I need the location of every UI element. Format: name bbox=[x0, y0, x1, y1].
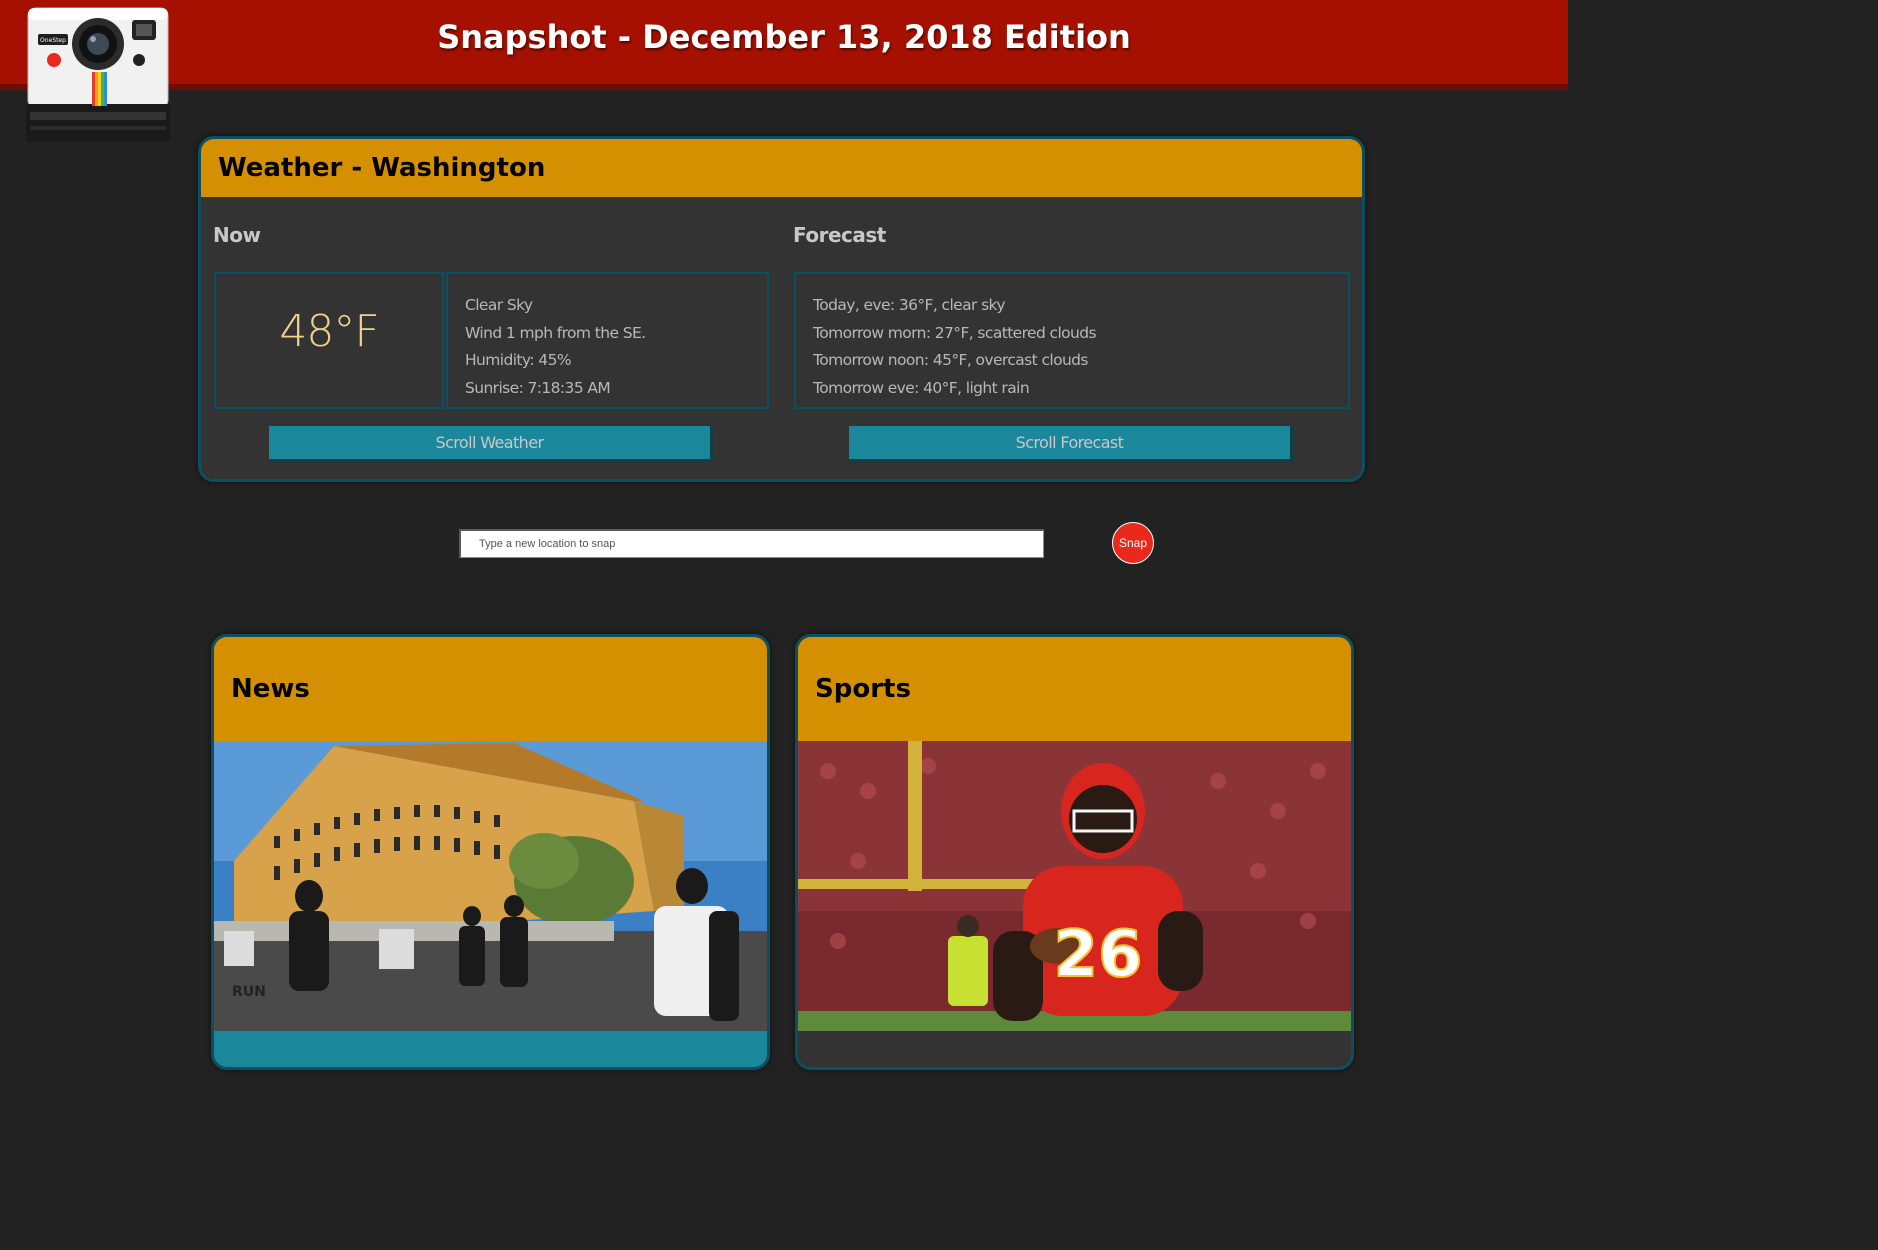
camera-logo-icon[interactable]: OneStep bbox=[26, 0, 170, 144]
forecast-label: Forecast bbox=[793, 223, 886, 247]
news-photo-sign: RUN bbox=[232, 984, 266, 1000]
page-title: Snapshot - December 13, 2018 Edition bbox=[437, 18, 1131, 56]
now-label: Now bbox=[213, 223, 261, 247]
logo-brand-text: OneStep bbox=[40, 37, 66, 44]
sunrise-text: Sunrise: 7:18:35 AM bbox=[465, 379, 611, 397]
snap-button[interactable]: Snap bbox=[1112, 522, 1154, 564]
current-details-box: Clear Sky Wind 1 mph from the SE. Humidi… bbox=[446, 272, 769, 409]
forecast-item: Tomorrow morn: 27°F, scattered clouds bbox=[813, 324, 1097, 342]
location-search-input[interactable] bbox=[459, 529, 1044, 558]
news-footer-bar bbox=[214, 1031, 767, 1067]
weather-card-title: Weather - Washington bbox=[201, 139, 1362, 197]
forecast-box: Today, eve: 36°F, clear sky Tomorrow mor… bbox=[794, 272, 1350, 409]
wind-text: Wind 1 mph from the SE. bbox=[465, 324, 646, 342]
scroll-forecast-button[interactable]: Scroll Forecast bbox=[849, 426, 1293, 462]
current-temperature: 48°F bbox=[279, 306, 379, 357]
news-card: News RUN bbox=[211, 634, 770, 1070]
current-temp-box: 48°F bbox=[214, 272, 444, 409]
jersey-number: 26 bbox=[1053, 918, 1142, 992]
humidity-text: Humidity: 45% bbox=[465, 351, 572, 369]
forecast-item: Today, eve: 36°F, clear sky bbox=[813, 296, 1006, 314]
app-header: Snapshot - December 13, 2018 Edition bbox=[0, 0, 1568, 90]
sports-card-title: Sports bbox=[798, 637, 1351, 741]
sports-photo[interactable]: 26 bbox=[798, 741, 1351, 1031]
scroll-weather-button[interactable]: Scroll Weather bbox=[269, 426, 713, 462]
condition-text: Clear Sky bbox=[465, 296, 533, 314]
forecast-item: Tomorrow noon: 45°F, overcast clouds bbox=[813, 351, 1089, 369]
forecast-item: Tomorrow eve: 40°F, light rain bbox=[813, 379, 1030, 397]
news-card-title: News bbox=[214, 637, 767, 741]
weather-card: Weather - Washington Now Forecast 48°F C… bbox=[198, 136, 1365, 482]
news-photo[interactable]: RUN bbox=[214, 741, 767, 1031]
sports-card: Sports 26 bbox=[795, 634, 1354, 1070]
